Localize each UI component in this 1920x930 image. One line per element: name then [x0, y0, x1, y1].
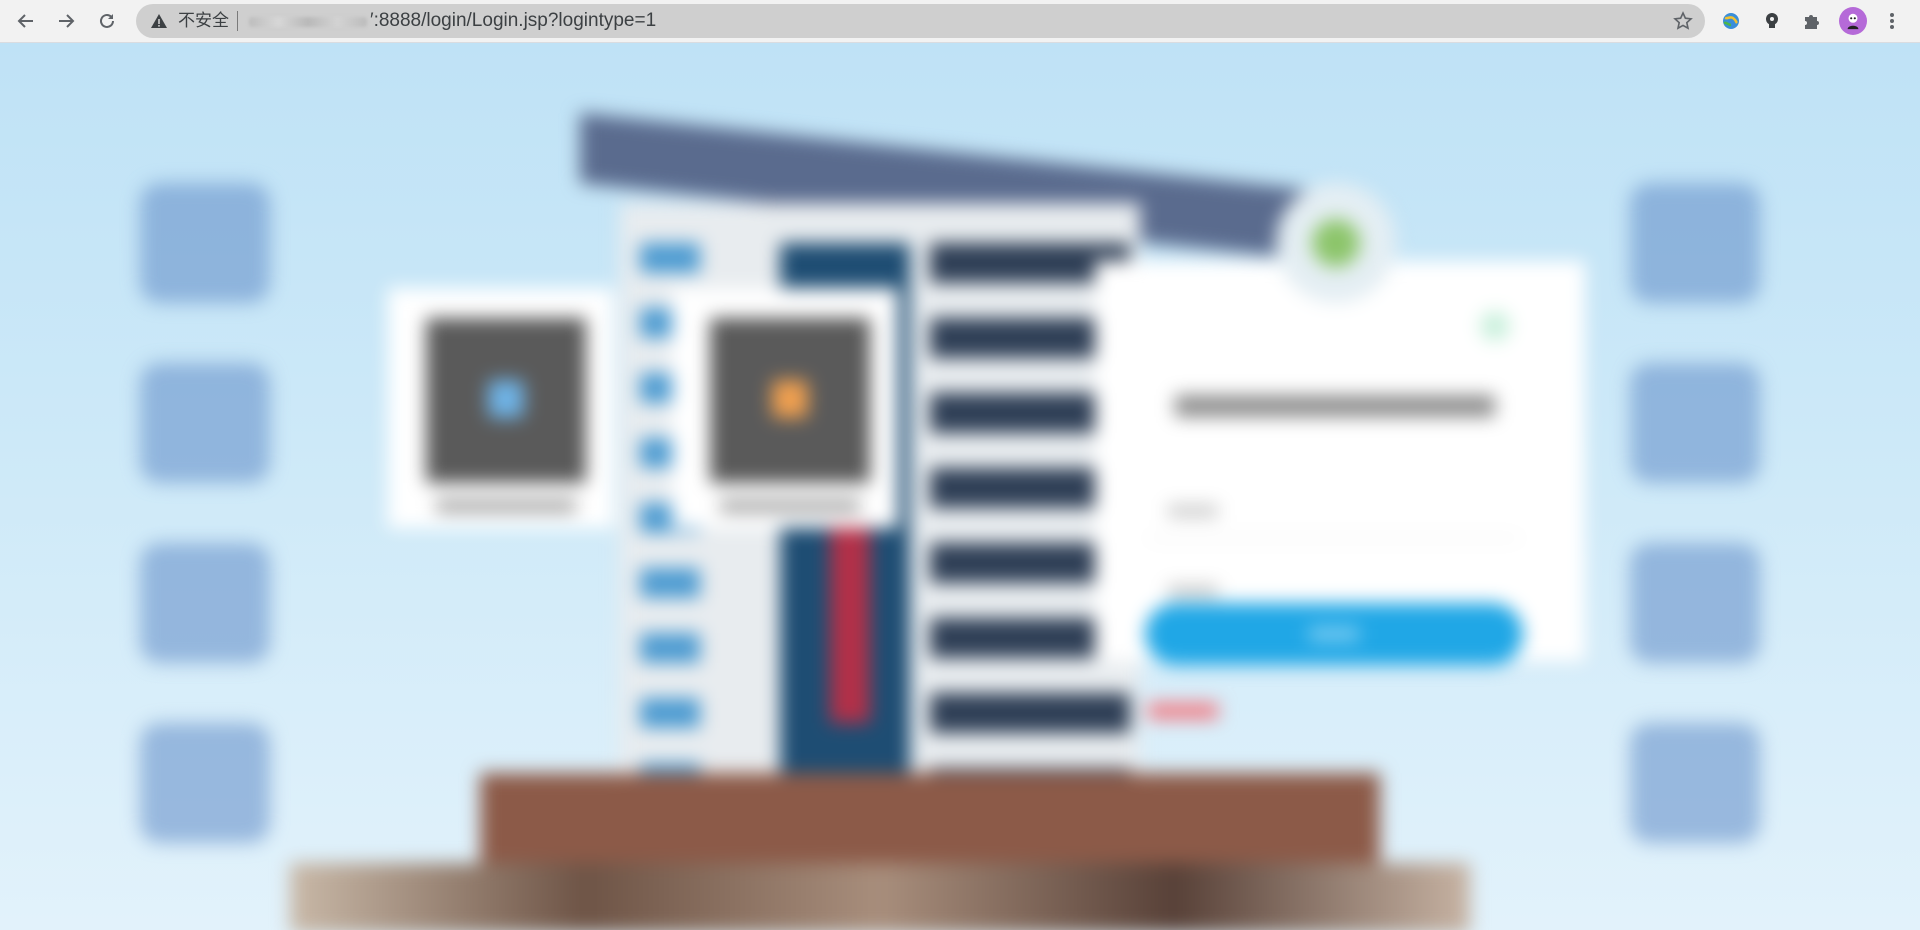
page-viewport [0, 43, 1920, 930]
calligraphy-char [140, 363, 270, 483]
qr-code [426, 318, 586, 483]
url-text[interactable]: ′:8888/login/Login.jsp?logintype=1 [370, 11, 656, 31]
lightbulb-extension-icon [1766, 13, 1778, 28]
back-arrow-icon [17, 14, 33, 28]
avatar-figure-icon [1847, 13, 1859, 30]
forward-arrow-icon [59, 14, 75, 28]
browser-menu-button[interactable] [1880, 8, 1904, 34]
background-scene [0, 43, 1920, 930]
calligraphy-char [1630, 723, 1760, 843]
redacted-host [249, 17, 367, 27]
separator [237, 11, 238, 31]
password-placeholder [1168, 585, 1218, 597]
calligraphy-char [140, 183, 270, 303]
calligraphy-char [140, 543, 270, 663]
qr-caption [436, 500, 576, 512]
puzzle-extensions-icon [1805, 15, 1819, 29]
globe-extension-icon [1723, 13, 1739, 29]
qr-caption [720, 500, 860, 512]
corner-icon[interactable] [1480, 311, 1510, 341]
username-field[interactable] [1148, 483, 1520, 539]
login-button-label [1309, 627, 1359, 641]
qr-card-wechat [672, 288, 898, 528]
calligraphy-char [1630, 543, 1760, 663]
calligraphy-char [1630, 363, 1760, 483]
error-message [1148, 703, 1218, 719]
calligraphy-char [1630, 183, 1760, 303]
lightbulb-extension[interactable] [1759, 8, 1785, 34]
calligraphy-char [140, 723, 270, 843]
menu-dots-icon [1890, 13, 1894, 29]
login-button[interactable] [1145, 603, 1523, 665]
extensions-button[interactable] [1799, 8, 1825, 34]
warning-icon [151, 14, 167, 28]
star-icon[interactable] [1673, 11, 1693, 31]
security-label[interactable]: 不安全 [178, 12, 229, 30]
browser-toolbar: 不安全 ′:8888/login/Login.jsp?logintype=1 [0, 0, 1920, 43]
qr-code [710, 318, 870, 483]
back-button[interactable] [10, 5, 42, 37]
globe-extension[interactable] [1718, 8, 1744, 34]
profile-avatar[interactable] [1839, 7, 1867, 35]
login-title [1175, 395, 1495, 417]
forward-button[interactable] [50, 5, 82, 37]
reload-button[interactable] [91, 5, 123, 37]
username-placeholder [1168, 505, 1218, 517]
school-logo [1276, 183, 1396, 303]
reload-icon [100, 13, 114, 28]
qr-card-app [388, 288, 614, 528]
address-bar[interactable]: 不安全 ′:8888/login/Login.jsp?logintype=1 [136, 4, 1705, 38]
street-scene [290, 863, 1470, 930]
